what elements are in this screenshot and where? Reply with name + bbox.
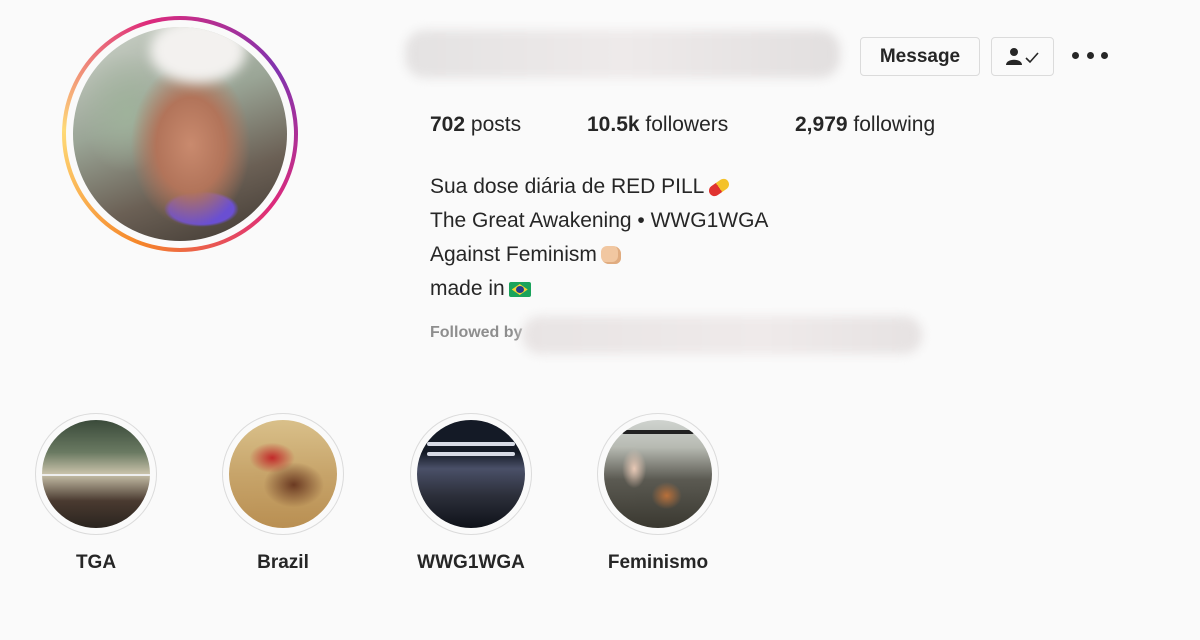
- avatar-redaction: [150, 27, 247, 83]
- highlight-brazil[interactable]: Brazil: [222, 413, 344, 574]
- avatar-photo: [73, 27, 287, 241]
- highlight-image: [604, 420, 712, 528]
- bio-line: made in: [430, 272, 768, 306]
- bio-text: The Great Awakening • WWG1WGA: [430, 209, 769, 232]
- avatar-inner: [66, 20, 294, 248]
- following-button[interactable]: [991, 37, 1054, 76]
- username-redacted: [405, 30, 840, 78]
- following-stat[interactable]: 2,979 following: [795, 113, 935, 137]
- bio-text: Against Feminism: [430, 243, 597, 266]
- dot: [1086, 51, 1094, 59]
- highlight-ring: [222, 413, 344, 535]
- posts-count: 702: [430, 113, 466, 136]
- highlight-wwg1wga[interactable]: WWG1WGA: [410, 413, 532, 574]
- highlight-ring: [597, 413, 719, 535]
- highlight-image: [42, 420, 150, 528]
- followers-label: followers: [645, 113, 729, 136]
- following-count: 2,979: [795, 113, 848, 136]
- highlight-label: Feminismo: [607, 552, 709, 573]
- profile-page: Message 702 posts 10.5k followers 2,979 …: [0, 0, 1200, 640]
- bio-line: Against Feminism: [430, 238, 768, 272]
- highlight-ring: [35, 413, 157, 535]
- highlight-image: [417, 420, 525, 528]
- highlight-tga[interactable]: TGA: [35, 413, 157, 574]
- dot: [1072, 51, 1079, 59]
- message-button[interactable]: Message: [860, 37, 980, 76]
- dot: [1101, 51, 1108, 59]
- followers-count: 10.5k: [587, 113, 640, 136]
- highlight-image: [229, 420, 337, 528]
- profile-bio: Sua dose diária de RED PILL The Great Aw…: [430, 170, 768, 306]
- bio-line: The Great Awakening • WWG1WGA: [430, 204, 768, 238]
- posts-stat: 702 posts: [430, 113, 521, 137]
- highlight-label: Brazil: [257, 552, 309, 573]
- highlight-feminismo[interactable]: Feminismo: [597, 413, 719, 574]
- person-check-icon: [1005, 47, 1039, 65]
- posts-label: posts: [470, 113, 522, 136]
- image-text-bar: [427, 452, 515, 456]
- bio-line: Sua dose diária de RED PILL: [430, 170, 768, 204]
- image-text-bar: [622, 430, 694, 434]
- followers-stat[interactable]: 10.5k followers: [587, 113, 728, 137]
- image-text-bar: [427, 442, 515, 446]
- followed-by-redacted[interactable]: [522, 316, 922, 354]
- highlight-label: WWG1WGA: [417, 552, 525, 573]
- pill-icon: [707, 176, 732, 199]
- highlight-ring: [410, 413, 532, 535]
- bio-text: Sua dose diária de RED PILL: [430, 175, 705, 198]
- bio-text: made in: [430, 277, 505, 300]
- profile-avatar[interactable]: [62, 16, 298, 252]
- more-options-icon[interactable]: [1072, 47, 1108, 63]
- fist-icon: [600, 246, 621, 265]
- highlight-label: TGA: [75, 552, 117, 573]
- following-label: following: [853, 113, 936, 136]
- followed-by-label: Followed by: [430, 324, 523, 341]
- brazil-flag-icon: [508, 281, 531, 297]
